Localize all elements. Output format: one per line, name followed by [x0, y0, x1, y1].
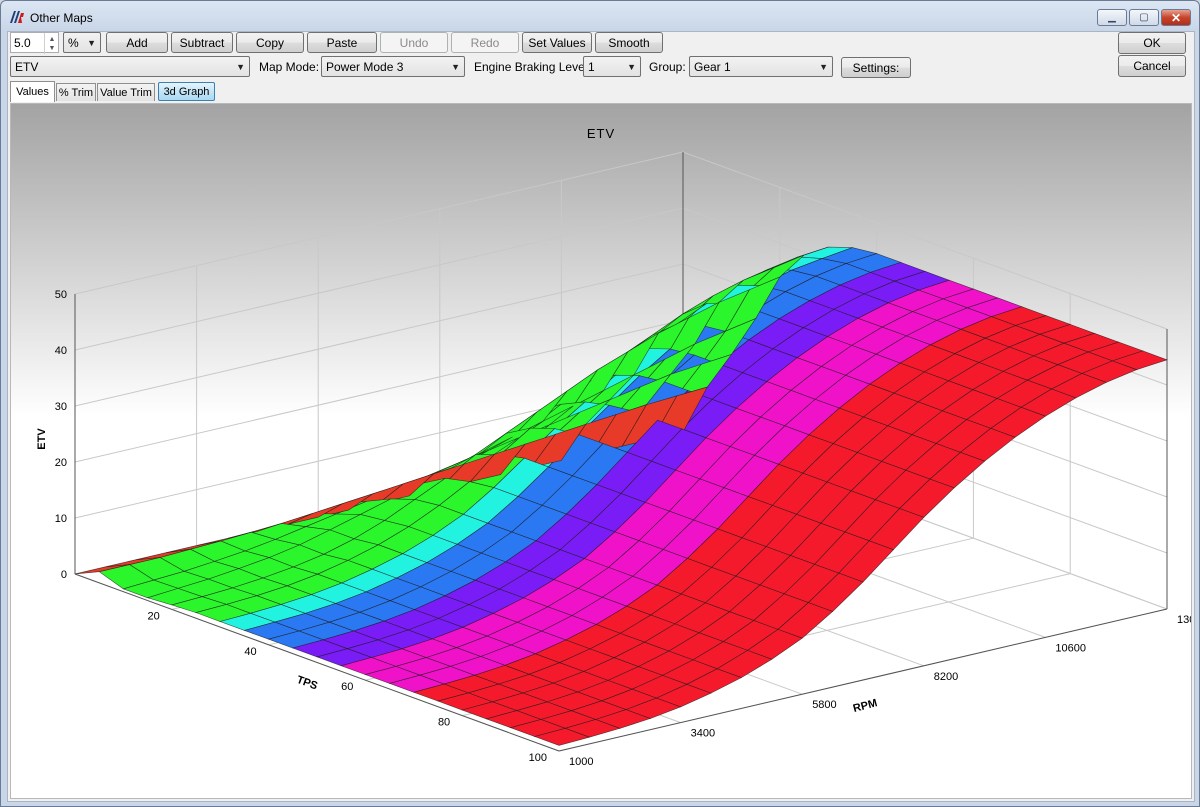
chevron-down-icon: ▼: [819, 62, 828, 72]
set-values-button[interactable]: Set Values: [522, 32, 592, 53]
etv-3d-surface-chart[interactable]: 0 10 20 30 40 50 20 40 60 80 100 1000 3400 5800 8200 10…: [11, 104, 1191, 798]
chevron-down-icon: ▼: [236, 62, 245, 72]
tps-tick-label: 100: [529, 752, 547, 764]
tab-value-trim[interactable]: Value Trim: [97, 83, 155, 101]
rpm-tick-label: 10600: [1055, 642, 1086, 654]
map-mode-select[interactable]: Power Mode 3 ▼: [321, 56, 465, 77]
maximize-button[interactable]: ▢: [1129, 9, 1159, 26]
app-logo-icon: [10, 11, 24, 23]
group-value: Gear 1: [694, 59, 731, 74]
z-tick-label: 40: [55, 345, 67, 357]
chevron-down-icon: ▼: [87, 38, 96, 48]
rpm-tick-label: 1000: [569, 756, 593, 768]
chart-title: ETV: [587, 126, 615, 141]
map-value: ETV: [15, 59, 39, 74]
engine-braking-select[interactable]: 1 ▼: [583, 56, 641, 77]
unit-value: %: [68, 35, 79, 50]
redo-button[interactable]: Redo: [451, 32, 519, 53]
minimize-button[interactable]: ▁: [1097, 9, 1127, 26]
tps-tick-label: 80: [438, 717, 450, 729]
dialog-client: 5.0 ▲ ▼ % ▼ Add Subtract Copy Paste Undo …: [7, 31, 1195, 802]
z-tick-label: 20: [55, 457, 67, 469]
minimize-icon: ▁: [1108, 12, 1116, 23]
subtract-button[interactable]: Subtract: [171, 32, 233, 53]
rpm-tick-label: 5800: [812, 699, 836, 711]
tps-tick-label: 60: [341, 681, 353, 693]
z-tick-label: 0: [61, 569, 67, 581]
group-select[interactable]: Gear 1 ▼: [689, 56, 833, 77]
group-label: Group:: [649, 59, 686, 74]
undo-button[interactable]: Undo: [380, 32, 448, 53]
map-select[interactable]: ETV ▼: [10, 56, 250, 77]
close-icon: ✕: [1170, 10, 1182, 25]
tps-tick-label: 20: [148, 610, 160, 622]
spin-down-icon: ▼: [48, 44, 56, 52]
main-window: Other Maps ▁ ▢ ✕ 5.0 ▲ ▼ % ▼ Add Subtract…: [0, 0, 1200, 807]
map-mode-label: Map Mode:: [259, 59, 320, 74]
copy-button[interactable]: Copy: [236, 32, 304, 53]
step-value-input[interactable]: 5.0 ▲ ▼: [10, 32, 59, 54]
graph-panel[interactable]: 0 10 20 30 40 50 20 40 60 80 100 1000 3400 5800 8200 10…: [10, 103, 1192, 799]
engine-braking-value: 1: [588, 59, 595, 74]
settings-button[interactable]: Settings:: [841, 57, 911, 78]
z-tick-label: 10: [55, 513, 67, 525]
rpm-tick-label: 8200: [934, 671, 958, 683]
spin-up-icon: ▲: [48, 35, 56, 43]
tps-tick-label: 40: [244, 646, 256, 658]
tab-3d-graph[interactable]: 3d Graph: [158, 82, 215, 101]
maximize-icon: ▢: [1139, 12, 1149, 23]
rpm-tick-label: 13000: [1177, 614, 1191, 626]
close-button[interactable]: ✕: [1161, 9, 1191, 26]
smooth-button[interactable]: Smooth: [595, 32, 663, 53]
z-axis-label: ETV: [36, 428, 48, 450]
title-bar[interactable]: Other Maps ▁ ▢ ✕: [1, 1, 1199, 31]
step-spinner[interactable]: ▲ ▼: [44, 33, 59, 54]
z-tick-label: 50: [55, 289, 67, 301]
ok-button[interactable]: OK: [1118, 32, 1186, 54]
chevron-down-icon: ▼: [627, 62, 636, 72]
rpm-tick-label: 3400: [691, 728, 715, 740]
map-mode-value: Power Mode 3: [326, 59, 404, 74]
cancel-button[interactable]: Cancel: [1118, 55, 1186, 77]
tab-percent-trim[interactable]: % Trim: [56, 83, 96, 101]
engine-braking-label: Engine Braking Level:: [474, 59, 591, 74]
chevron-down-icon: ▼: [451, 62, 460, 72]
window-title: Other Maps: [30, 11, 93, 25]
paste-button[interactable]: Paste: [307, 32, 377, 53]
unit-select[interactable]: % ▼: [63, 32, 101, 53]
step-value-text: 5.0: [14, 35, 31, 50]
tab-values[interactable]: Values: [10, 81, 55, 102]
z-tick-label: 30: [55, 401, 67, 413]
add-button[interactable]: Add: [106, 32, 168, 53]
